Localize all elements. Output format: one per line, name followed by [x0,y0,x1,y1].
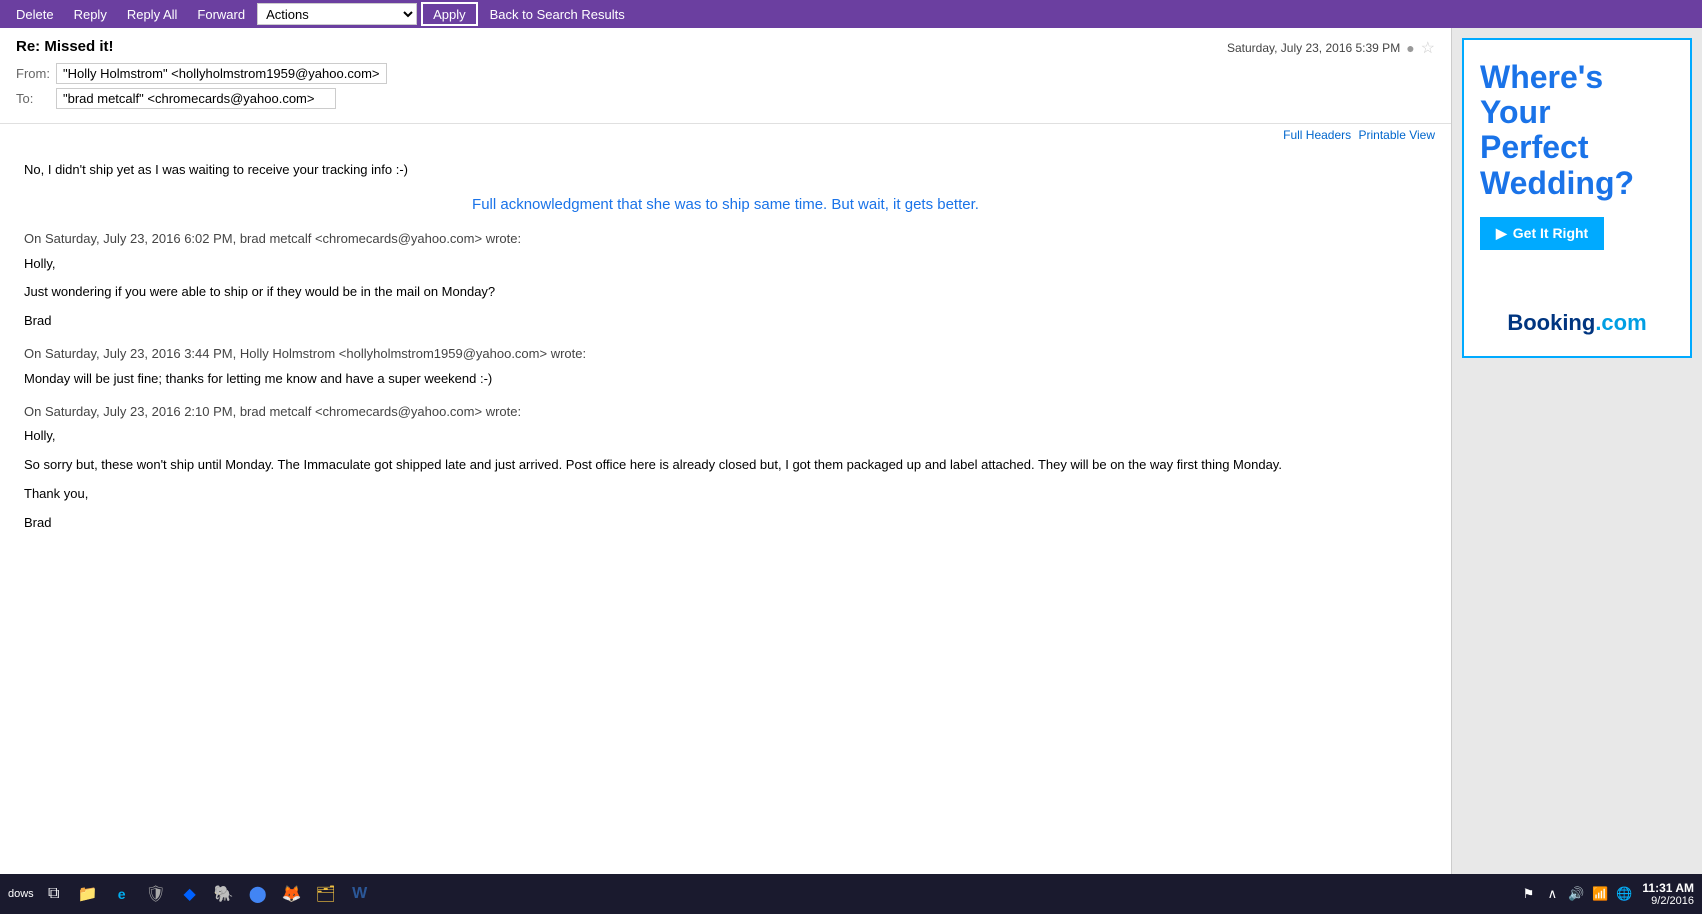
email-body: No, I didn't ship yet as I was waiting t… [0,144,1451,558]
quoted2-header: On Saturday, July 23, 2016 3:44 PM, Holl… [24,344,1427,365]
quoted3-header: On Saturday, July 23, 2016 2:10 PM, brad… [24,402,1427,423]
quoted3-salutation: Holly, [24,426,1427,447]
ad-headline-line2: Your [1480,94,1551,130]
star-icon[interactable]: ☆ [1421,38,1435,58]
to-value: "brad metcalf" <chromecards@yahoo.com> [56,88,336,109]
reply-button[interactable]: Reply [66,2,115,26]
evernote-icon[interactable]: 🐘 [210,880,238,908]
chrome-icon[interactable]: ⬤ [244,880,272,908]
dropbox-icon[interactable]: ◆ [176,880,204,908]
forward-button[interactable]: Forward [189,2,253,26]
tray-icon-1[interactable]: ⚑ [1518,884,1538,904]
apply-button[interactable]: Apply [421,2,478,26]
back-to-search-button[interactable]: Back to Search Results [482,5,633,24]
ad-cta-label: Get It Right [1513,225,1588,241]
file-explorer-icon[interactable]: 📁 [74,880,102,908]
ad-cta-button[interactable]: ▶ Get It Right [1480,217,1604,250]
firefox-icon[interactable]: 🦊 [278,880,306,908]
quoted2-body: Monday will be just fine; thanks for let… [24,369,1427,390]
to-field: To: "brad metcalf" <chromecards@yahoo.co… [16,88,1227,109]
quoted3-body: So sorry but, these won't ship until Mon… [24,455,1427,476]
quoted3-sig: Brad [24,513,1427,534]
actions-select[interactable]: Actions [257,3,417,25]
from-label: From: [16,66,56,81]
ad-cta-arrow: ▶ [1496,225,1507,242]
from-value: "Holly Holmstrom" <hollyholmstrom1959@ya… [56,63,387,84]
from-field: From: "Holly Holmstrom" <hollyholmstrom1… [16,63,1227,84]
quoted1-salutation: Holly, [24,254,1427,275]
main-layout: Re: Missed it! From: "Holly Holmstrom" <… [0,28,1702,874]
body-highlight: Full acknowledgment that she was to ship… [24,193,1427,217]
quoted1-sig: Brad [24,311,1427,332]
email-subject: Re: Missed it! [16,38,1227,55]
clock-time: 11:31 AM [1642,881,1694,895]
ad-footer: Booking.com [1480,310,1674,336]
task-view-icon[interactable]: ⧉ [40,880,68,908]
ad-box: Where's Your Perfect Wedding? ▶ Get It R… [1462,38,1692,358]
email-meta: Re: Missed it! From: "Holly Holmstrom" <… [16,38,1435,113]
quoted1-header: On Saturday, July 23, 2016 6:02 PM, brad… [24,229,1427,250]
body-line1: No, I didn't ship yet as I was waiting t… [24,160,1427,181]
taskbar: dows ⧉ 📁 e 🛡 ◆ 🐘 ⬤ 🦊 🗂 W ⚑ ∧ 🔊 📶 🌐 11:31… [0,874,1702,914]
delete-button[interactable]: Delete [8,2,62,26]
full-headers-link[interactable]: Full Headers [1283,128,1351,142]
clock-date: 9/2/2016 [1642,895,1694,907]
quoted1-body: Just wondering if you were able to ship … [24,282,1427,303]
email-header: Re: Missed it! From: "Holly Holmstrom" <… [0,28,1451,124]
email-fields: Re: Missed it! From: "Holly Holmstrom" <… [16,38,1227,113]
to-label: To: [16,91,56,106]
email-timestamp: Saturday, July 23, 2016 5:39 PM ● ☆ [1227,38,1435,58]
ie-icon[interactable]: e [108,880,136,908]
email-pane: Re: Missed it! From: "Holly Holmstrom" <… [0,28,1452,874]
folder2-icon[interactable]: 🗂 [312,880,340,908]
tray-wifi-icon[interactable]: 📶 [1590,884,1610,904]
ad-pane: Where's Your Perfect Wedding? ▶ Get It R… [1452,28,1702,874]
quoted3-closing: Thank you, [24,484,1427,505]
header-links: Full Headers Printable View [0,124,1451,144]
reply-all-button[interactable]: Reply All [119,2,186,26]
ad-headline-line4: Wedding? [1480,165,1634,201]
timestamp-text: Saturday, July 23, 2016 5:39 PM [1227,41,1400,55]
clock: 11:31 AM 9/2/2016 [1642,881,1694,907]
word-icon[interactable]: W [346,880,374,908]
read-status-icon: ● [1406,40,1414,56]
tray-icon-expand[interactable]: ∧ [1542,884,1562,904]
shield-icon[interactable]: 🛡 [142,880,170,908]
tray-globe-icon[interactable]: 🌐 [1614,884,1634,904]
system-tray: ⚑ ∧ 🔊 📶 🌐 11:31 AM 9/2/2016 [1518,881,1694,907]
ad-headline-line3: Perfect [1480,129,1589,165]
ad-brand-name: Booking.com [1507,310,1646,335]
ad-headline-line1: Where's [1480,59,1603,95]
email-toolbar: Delete Reply Reply All Forward Actions A… [0,0,1702,28]
tray-icon-2[interactable]: 🔊 [1566,884,1586,904]
start-text: dows [8,888,34,900]
ad-brand: Booking.com [1480,310,1674,336]
printable-view-link[interactable]: Printable View [1359,128,1436,142]
tray-icons: ⚑ ∧ 🔊 📶 🌐 [1518,884,1634,904]
ad-headline: Where's Your Perfect Wedding? [1480,60,1674,201]
